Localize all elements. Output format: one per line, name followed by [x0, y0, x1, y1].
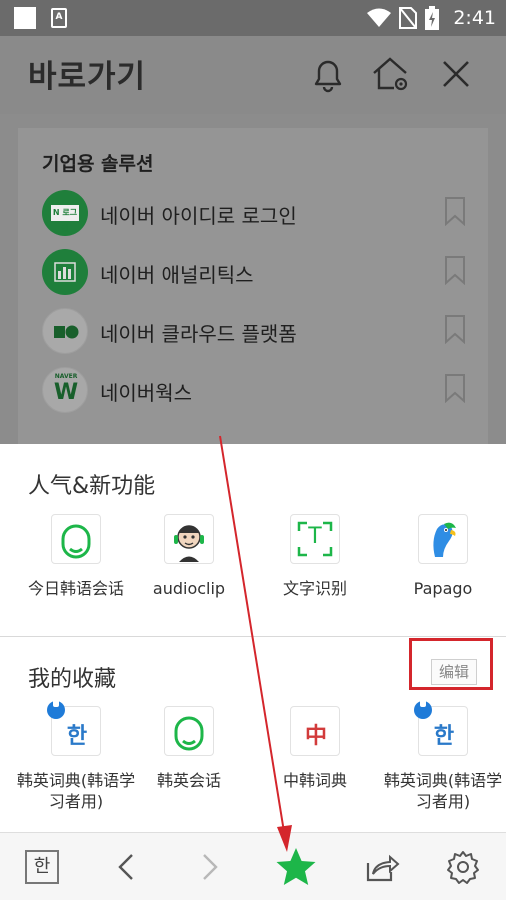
favorite-item-chinese-korean-dictionary[interactable]: 中 中韩词典 — [252, 706, 378, 791]
tile-label: 中韩词典 — [282, 771, 347, 790]
shortcuts-page-dimmed: 바로가기 기업용 솔루션 N 로그인 네이버 아이디로 로그인 네이버 애널리틱… — [0, 36, 506, 458]
popular-item-korean-conversation[interactable]: 今日韩语会话 — [13, 514, 139, 599]
tile-label: audioclip — [152, 579, 226, 598]
settings-icon[interactable] — [443, 847, 483, 887]
favorite-item-korean-english-dictionary[interactable]: 한 韩英词典(韩语学习者用) — [13, 699, 139, 812]
bookmark-icon[interactable] — [444, 196, 466, 226]
tile-label: 韩英词典(韩语学习者用) — [383, 771, 503, 811]
enterprise-solutions-card: 기업용 솔루션 N 로그인 네이버 아이디로 로그인 네이버 애널리틱스 네이버… — [18, 128, 488, 458]
section-title: 기업용 솔루션 — [42, 153, 154, 175]
wifi-icon — [367, 8, 392, 27]
list-item[interactable]: NAVER W 네이버웍스 — [42, 367, 482, 417]
naver-login-icon: N 로그인 — [42, 190, 88, 236]
audioclip-avatar-icon — [164, 514, 214, 564]
star-icon[interactable] — [274, 845, 318, 889]
tile-label: Papago — [413, 579, 473, 598]
analytics-icon — [42, 249, 88, 295]
share-icon[interactable] — [360, 847, 400, 887]
popular-item-papago[interactable]: Papago — [380, 514, 506, 599]
chinese-dictionary-icon: 中 — [290, 706, 340, 756]
favorites-section-title: 我的收藏 — [28, 667, 117, 692]
page-title: 바로가기 — [28, 59, 147, 95]
tile-label: 今日韩语会话 — [27, 579, 124, 598]
tile-label: 韩英会话 — [156, 771, 221, 790]
text-recognition-icon: T — [290, 514, 340, 564]
status-bar: A 2:41 — [0, 0, 506, 36]
android-a-icon: A — [51, 8, 67, 28]
section-divider — [0, 636, 506, 637]
new-badge-icon — [47, 699, 65, 719]
list-item[interactable]: 네이버 클라우드 플랫폼 — [42, 308, 482, 358]
app-root: A 2:41 바로가기 기업용 솔루션 N 로그인 네이버 아이디로 로그인 네… — [0, 0, 506, 900]
favorite-item-korean-english-dictionary-2[interactable]: 한 韩英词典(韩语学习者用) — [380, 699, 506, 812]
list-item[interactable]: 네이버 애널리틱스 — [42, 249, 482, 299]
cloud-platform-icon — [42, 308, 88, 354]
item-label: 네이버 애널리틱스 — [100, 263, 254, 287]
papago-parrot-icon — [418, 514, 468, 564]
bookmark-icon[interactable] — [444, 255, 466, 285]
tile-label: 文字识别 — [282, 579, 347, 598]
page-header: 바로가기 — [0, 36, 506, 114]
bookmark-icon[interactable] — [444, 314, 466, 344]
item-label: 네이버웍스 — [100, 381, 192, 405]
popular-item-text-recognition[interactable]: T 文字识别 — [252, 514, 378, 599]
bookmark-icon[interactable] — [444, 373, 466, 403]
tile-label: 韩英词典(韩语学习者用) — [16, 771, 136, 811]
list-item[interactable]: N 로그인 네이버 아이디로 로그인 — [42, 190, 482, 240]
headset-icon — [164, 706, 214, 756]
new-badge-icon — [414, 699, 432, 719]
korean-keyboard-icon[interactable]: 한 — [25, 850, 59, 884]
item-label: 네이버 클라우드 플랫폼 — [100, 322, 297, 346]
item-label: 네이버 아이디로 로그인 — [100, 204, 297, 228]
favorite-item-korean-english-conversation[interactable]: 韩英会话 — [126, 706, 252, 791]
clock: 2:41 — [453, 7, 496, 29]
close-icon[interactable] — [436, 54, 476, 94]
square-icon — [14, 7, 36, 29]
headset-icon — [51, 514, 101, 564]
bottom-toolbar: 한 — [0, 832, 506, 900]
popular-item-audioclip[interactable]: audioclip — [126, 514, 252, 599]
annotation-highlight-box — [409, 638, 493, 690]
back-icon[interactable] — [106, 847, 146, 887]
battery-icon — [425, 6, 440, 30]
bottom-sheet: 人气&新功能 今日韩语会话 audioclip T 文字识别 Papago 我的… — [0, 444, 506, 832]
no-sim-icon — [399, 7, 418, 29]
korean-dictionary-icon: 한 — [414, 699, 468, 756]
forward-icon[interactable] — [190, 847, 230, 887]
naver-works-icon: NAVER W — [42, 367, 88, 413]
home-settings-icon[interactable] — [370, 54, 410, 94]
bell-icon[interactable] — [308, 54, 348, 94]
popular-section-title: 人气&新功能 — [28, 474, 156, 499]
korean-dictionary-icon: 한 — [47, 699, 101, 756]
